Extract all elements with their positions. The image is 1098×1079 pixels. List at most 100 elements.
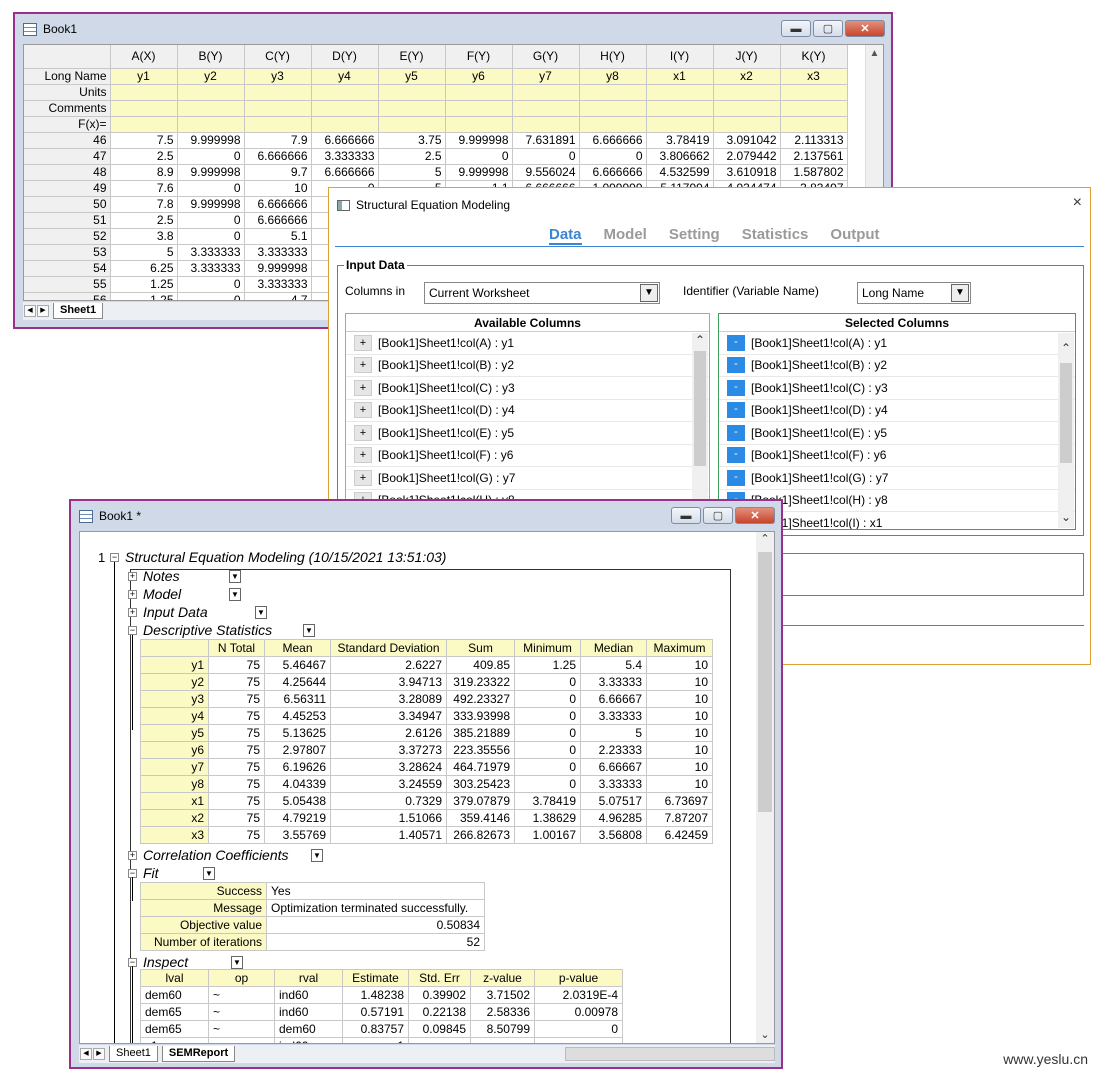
data-cell[interactable]: 6.666666: [311, 132, 379, 149]
remove-icon[interactable]: -: [727, 334, 745, 351]
remove-icon[interactable]: -: [727, 447, 745, 464]
data-cell[interactable]: 3.806662: [646, 148, 714, 165]
report-titlebar[interactable]: Book1 * ▬ ▢ ✕: [71, 501, 781, 531]
data-cell[interactable]: 0: [512, 148, 580, 165]
data-cell[interactable]: 1.25: [110, 276, 178, 293]
list-item[interactable]: - [Book1]Sheet1!col(B) : y2: [719, 355, 1075, 377]
tab-data[interactable]: Data: [549, 226, 582, 245]
tab-setting[interactable]: Setting: [669, 226, 720, 245]
meta-cell[interactable]: [646, 116, 714, 133]
close-button[interactable]: ✕: [735, 507, 775, 524]
column-header[interactable]: B(Y): [177, 45, 245, 69]
meta-cell[interactable]: y8: [579, 68, 647, 85]
list-item[interactable]: + [Book1]Sheet1!col(B) : y2: [346, 355, 709, 377]
column-header[interactable]: F(Y): [445, 45, 513, 69]
selected-scrollbar[interactable]: ⌃ ⌄: [1058, 333, 1074, 528]
list-item[interactable]: - [Book1]Sheet1!col(D) : y4: [719, 400, 1075, 422]
last-sheet-icon[interactable]: ▶: [37, 305, 49, 317]
data-cell[interactable]: 0: [177, 212, 245, 229]
node-inspect[interactable]: − Inspect ▼: [128, 954, 243, 970]
meta-cell[interactable]: x3: [780, 68, 848, 85]
tab-output[interactable]: Output: [830, 226, 879, 245]
meta-cell[interactable]: [378, 100, 446, 117]
data-cell[interactable]: 3.333333: [177, 260, 245, 277]
meta-cell[interactable]: [311, 84, 379, 101]
available-columns-list[interactable]: Available Columns + [Book1]Sheet1!col(A) …: [345, 313, 710, 530]
list-item[interactable]: + [Book1]Sheet1!col(E) : y5: [346, 422, 709, 445]
tab-sheet1[interactable]: Sheet1: [109, 1046, 158, 1062]
data-cell[interactable]: 6.666666: [244, 212, 312, 229]
data-cell[interactable]: 0: [177, 276, 245, 293]
data-cell[interactable]: 3.333333: [244, 276, 312, 293]
data-cell[interactable]: 7.6: [110, 180, 178, 197]
meta-cell[interactable]: y5: [378, 68, 446, 85]
data-cell[interactable]: 0: [177, 292, 245, 300]
data-cell[interactable]: 7.631891: [512, 132, 580, 149]
scroll-up-icon[interactable]: ⌃: [1058, 341, 1074, 357]
data-cell[interactable]: 2.113313: [780, 132, 848, 149]
node-input-data[interactable]: + Input Data ▼: [128, 604, 267, 620]
data-cell[interactable]: 2.5: [378, 148, 446, 165]
row-header[interactable]: 56: [24, 292, 111, 300]
data-cell[interactable]: 4.532599: [646, 164, 714, 181]
column-header[interactable]: H(Y): [579, 45, 647, 69]
data-cell[interactable]: 6.666666: [311, 164, 379, 181]
meta-cell[interactable]: [244, 100, 312, 117]
minimize-button[interactable]: ▬: [781, 20, 811, 37]
row-header[interactable]: 46: [24, 132, 111, 149]
data-cell[interactable]: 3.78419: [646, 132, 714, 149]
maximize-button[interactable]: ▢: [813, 20, 843, 37]
data-cell[interactable]: 9.7: [244, 164, 312, 181]
expand-icon[interactable]: +: [128, 850, 137, 860]
node-descriptive-statistics[interactable]: − Descriptive Statistics ▼: [128, 622, 315, 638]
list-item[interactable]: + [Book1]Sheet1!col(G) : y7: [346, 467, 709, 490]
dialog-close-icon[interactable]: ×: [1073, 194, 1082, 212]
meta-cell[interactable]: [512, 84, 580, 101]
add-icon[interactable]: +: [354, 447, 372, 464]
meta-cell[interactable]: [713, 116, 781, 133]
add-icon[interactable]: +: [354, 402, 372, 419]
row-header[interactable]: 48: [24, 164, 111, 181]
data-cell[interactable]: 1.587802: [780, 164, 848, 181]
data-cell[interactable]: 9.999998: [177, 132, 245, 149]
column-header[interactable]: C(Y): [244, 45, 312, 69]
meta-cell[interactable]: [445, 84, 513, 101]
scroll-down-icon[interactable]: ⌄: [756, 1028, 774, 1041]
node-correlation[interactable]: + Correlation Coefficients ▼: [128, 847, 323, 863]
scroll-thumb[interactable]: [758, 552, 772, 812]
remove-icon[interactable]: -: [727, 379, 745, 396]
scroll-thumb[interactable]: [1060, 363, 1072, 463]
report-root[interactable]: − Structural Equation Modeling (10/15/20…: [110, 549, 446, 565]
identifier-select[interactable]: Long Name ▼: [857, 282, 971, 304]
meta-cell[interactable]: [378, 84, 446, 101]
row-header[interactable]: 52: [24, 228, 111, 245]
meta-cell[interactable]: [244, 84, 312, 101]
list-item[interactable]: + [Book1]Sheet1!col(D) : y4: [346, 400, 709, 422]
scroll-up-icon[interactable]: ▲: [866, 45, 883, 63]
list-item[interactable]: - [Book1]Sheet1!col(G) : y7: [719, 467, 1075, 490]
column-header[interactable]: A(X): [110, 45, 178, 69]
dropdown-icon[interactable]: ▼: [229, 569, 241, 583]
remove-icon[interactable]: -: [727, 469, 745, 486]
dropdown-icon[interactable]: ▼: [229, 587, 241, 601]
book1-titlebar[interactable]: Book1 ▬ ▢ ✕: [15, 14, 891, 44]
data-cell[interactable]: 3.333333: [311, 148, 379, 165]
collapse-icon[interactable]: −: [128, 625, 137, 635]
remove-icon[interactable]: -: [727, 357, 745, 374]
meta-cell[interactable]: [177, 100, 245, 117]
meta-cell[interactable]: y7: [512, 68, 580, 85]
tab-model[interactable]: Model: [604, 226, 647, 245]
meta-cell[interactable]: y4: [311, 68, 379, 85]
first-sheet-icon[interactable]: ◀: [80, 1048, 92, 1060]
data-cell[interactable]: 3.610918: [713, 164, 781, 181]
horizontal-scrollbar[interactable]: [565, 1047, 775, 1061]
row-header[interactable]: 50: [24, 196, 111, 213]
data-cell[interactable]: 2.079442: [713, 148, 781, 165]
data-cell[interactable]: 1.25: [110, 292, 178, 300]
add-icon[interactable]: +: [354, 357, 372, 374]
add-icon[interactable]: +: [354, 424, 372, 441]
meta-cell[interactable]: [177, 84, 245, 101]
tab-sheet1[interactable]: Sheet1: [53, 303, 104, 319]
list-item[interactable]: + [Book1]Sheet1!col(F) : y6: [346, 445, 709, 467]
meta-cell[interactable]: [646, 84, 714, 101]
